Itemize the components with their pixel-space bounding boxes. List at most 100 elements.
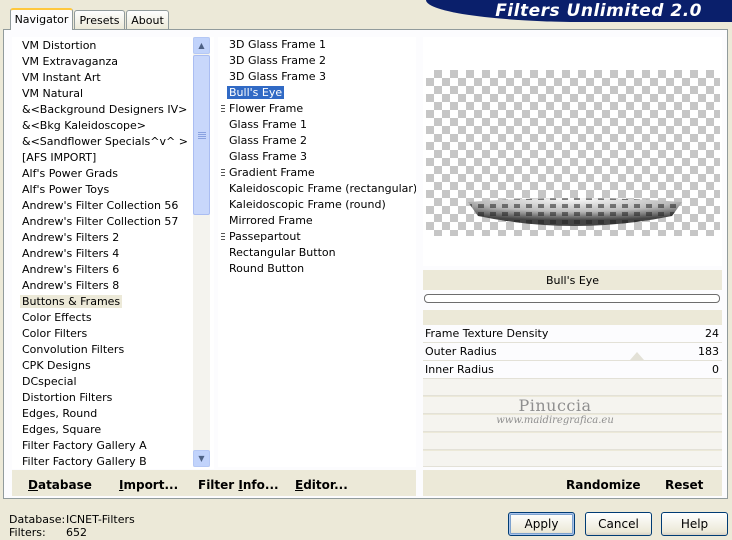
category-item-label: Andrew's Filter Collection 56 — [22, 199, 179, 212]
filter-item-label: Glass Frame 3 — [229, 150, 308, 163]
selected-filter-name: Bull's Eye — [423, 270, 722, 290]
param-label: Outer Radius — [425, 345, 497, 358]
randomize-button[interactable]: Randomize — [566, 478, 640, 492]
filter-item[interactable]: Glass Frame 3 — [218, 149, 416, 165]
category-item[interactable]: DCspecial — [13, 374, 213, 390]
apply-button[interactable]: Apply — [508, 512, 575, 536]
category-list[interactable]: VM Distortion VM Extravaganza VM Instant A… — [12, 37, 214, 469]
scroll-thumb[interactable] — [193, 55, 210, 215]
filter-item[interactable]: Glass Frame 1 — [218, 117, 416, 133]
apply-label: Apply — [524, 517, 559, 531]
param-label: Inner Radius — [425, 363, 494, 376]
param-inner-radius[interactable]: Inner Radius 0 — [423, 361, 722, 379]
category-item[interactable]: Edges, Round — [13, 406, 213, 422]
param-label: Frame Texture Density — [425, 327, 549, 340]
category-item[interactable]: VM Distortion — [13, 38, 213, 54]
tab-presets-label: Presets — [79, 14, 120, 27]
category-scrollbar[interactable]: ▲ ▼ — [193, 37, 210, 467]
category-item[interactable]: &<Bkg Kaleidoscope> — [13, 118, 213, 134]
app-title-banner: Filters Unlimited 2.0 — [426, 0, 732, 22]
category-item[interactable]: &<Sandflower Specials^v^ > — [13, 134, 213, 150]
tab-presets[interactable]: Presets — [74, 10, 125, 29]
database-button[interactable]: Database — [28, 478, 92, 492]
category-item[interactable]: &<Background Designers IV> — [13, 102, 213, 118]
status-filters-label: Filters: — [9, 526, 46, 539]
tab-navigator[interactable]: Navigator — [10, 8, 73, 30]
filter-item[interactable]: Gradient Frame — [218, 165, 416, 181]
category-item-label: VM Natural — [22, 87, 84, 100]
filter-item[interactable]: 3D Glass Frame 2 — [218, 53, 416, 69]
filter-item[interactable]: Kaleidoscopic Frame (rectangular) — [218, 181, 416, 197]
filter-item-label: Glass Frame 2 — [229, 134, 308, 147]
category-item-label: Alf's Power Toys — [22, 183, 110, 196]
category-item-label: DCspecial — [22, 375, 77, 388]
category-item[interactable]: Color Effects — [13, 310, 213, 326]
scroll-up-button[interactable]: ▲ — [193, 37, 210, 54]
category-item[interactable]: Andrew's Filters 8 — [13, 278, 213, 294]
filter-item-label: Passepartout — [229, 230, 301, 243]
category-item[interactable]: Andrew's Filters 4 — [13, 246, 213, 262]
category-item[interactable]: Filter Factory Gallery A — [13, 438, 213, 454]
filter-item[interactable]: Round Button — [218, 261, 416, 277]
filter-item[interactable]: Glass Frame 2 — [218, 133, 416, 149]
category-item[interactable]: Color Filters — [13, 326, 213, 342]
param-value: 183 — [698, 345, 719, 358]
reset-label: Reset — [665, 478, 704, 492]
category-item-label: Convolution Filters — [22, 343, 125, 356]
watermark: Pinuccia www.maidiregrafica.eu — [470, 396, 640, 426]
filter-list[interactable]: 3D Glass Frame 1 3D Glass Frame 2 3D Glass… — [218, 37, 416, 467]
category-item[interactable]: Alf's Power Toys — [13, 182, 213, 198]
filter-item[interactable]: Rectangular Button — [218, 245, 416, 261]
category-item[interactable]: Andrew's Filters 2 — [13, 230, 213, 246]
filter-item[interactable]: Mirrored Frame — [218, 213, 416, 229]
filter-item-label: Glass Frame 1 — [229, 118, 308, 131]
filter-item[interactable]: Bull's Eye — [218, 85, 416, 101]
scroll-down-button[interactable]: ▼ — [193, 450, 210, 467]
category-item-label: Filter Factory Gallery A — [22, 439, 147, 452]
category-item[interactable]: Buttons & Frames — [13, 294, 213, 310]
category-item[interactable]: Andrew's Filter Collection 56 — [13, 198, 213, 214]
filter-item[interactable]: Kaleidoscopic Frame (round) — [218, 197, 416, 213]
category-item[interactable]: VM Instant Art — [13, 70, 213, 86]
category-item[interactable]: Convolution Filters — [13, 342, 213, 358]
help-button[interactable]: Help — [661, 512, 728, 536]
category-item[interactable]: VM Natural — [13, 86, 213, 102]
filter-item-label: 3D Glass Frame 3 — [229, 70, 327, 83]
preview-effect — [468, 198, 682, 226]
filter-item[interactable]: Flower Frame — [218, 101, 416, 117]
param-outer-radius[interactable]: Outer Radius 183 — [423, 343, 722, 361]
filter-item[interactable]: 3D Glass Frame 1 — [218, 37, 416, 53]
filter-info-button[interactable]: Filter Info... — [198, 478, 279, 492]
category-item[interactable]: Andrew's Filters 6 — [13, 262, 213, 278]
param-frame-texture-density[interactable]: Frame Texture Density 24 — [423, 325, 722, 343]
category-item[interactable]: Alf's Power Grads — [13, 166, 213, 182]
category-item[interactable]: Andrew's Filter Collection 57 — [13, 214, 213, 230]
editor-button[interactable]: Editor... — [295, 478, 348, 492]
status-filters-value: 652 — [66, 526, 87, 539]
category-item-label: VM Instant Art — [22, 71, 101, 84]
category-item[interactable]: Filter Factory Gallery B — [13, 454, 213, 468]
import-button[interactable]: Import... — [119, 478, 178, 492]
category-item-label: Edges, Round — [22, 407, 98, 420]
filter-item-label: 3D Glass Frame 1 — [229, 38, 327, 51]
param-value: 0 — [712, 363, 719, 376]
filter-item[interactable]: 3D Glass Frame 3 — [218, 69, 416, 85]
tab-about[interactable]: About — [126, 10, 169, 29]
app-title: Filters Unlimited 2.0 — [495, 1, 702, 21]
category-item[interactable]: CPK Designs — [13, 358, 213, 374]
watermark-name: Pinuccia — [518, 396, 592, 415]
param-value: 24 — [705, 327, 719, 340]
reset-button[interactable]: Reset — [665, 478, 703, 492]
category-item-label: VM Extravaganza — [22, 55, 119, 68]
cancel-button[interactable]: Cancel — [585, 512, 652, 536]
filter-item[interactable]: Passepartout — [218, 229, 416, 245]
category-item[interactable]: VM Extravaganza — [13, 54, 213, 70]
randomize-label: Randomize — [566, 478, 641, 492]
category-item[interactable]: Distortion Filters — [13, 390, 213, 406]
category-item-label: Color Filters — [22, 327, 88, 340]
category-item[interactable]: Edges, Square — [13, 422, 213, 438]
status-database-label: Database: — [9, 513, 66, 526]
tab-navigator-label: Navigator — [14, 13, 69, 26]
category-item-label: &<Bkg Kaleidoscope> — [22, 119, 147, 132]
category-item[interactable]: [AFS IMPORT] — [13, 150, 213, 166]
